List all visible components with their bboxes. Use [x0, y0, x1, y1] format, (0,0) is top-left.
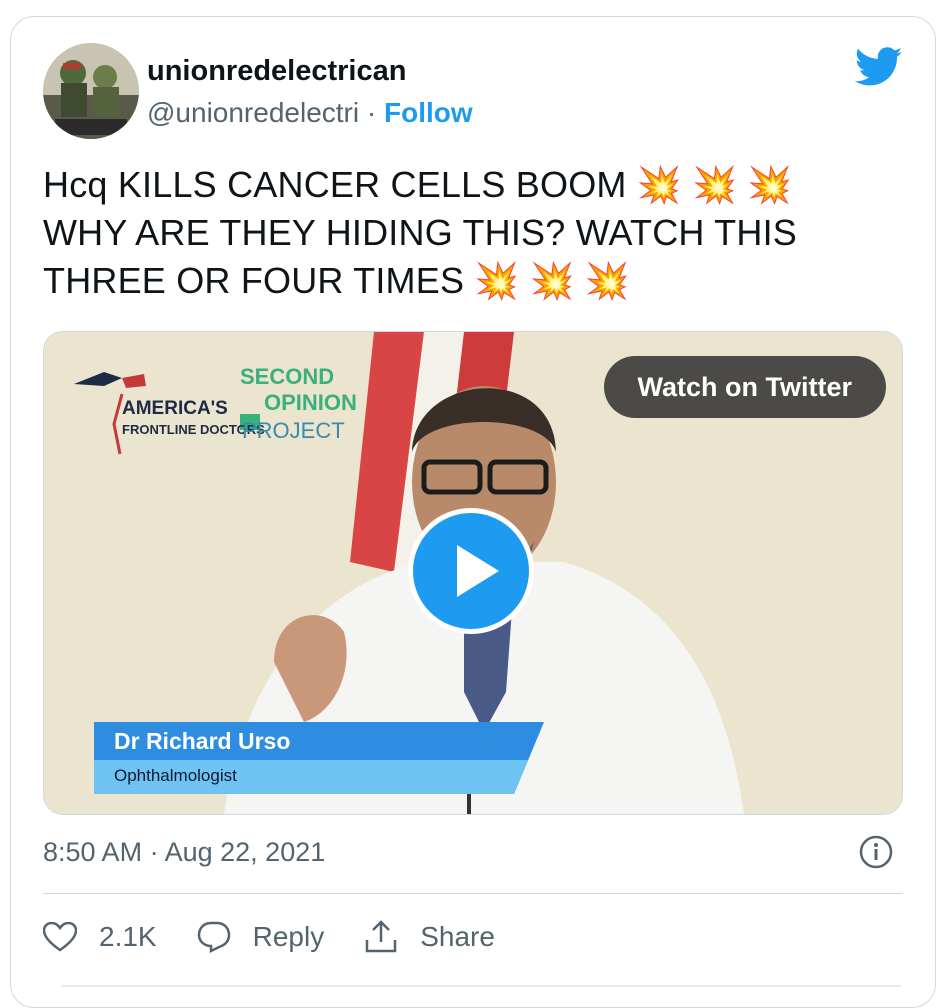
lower-third: Dr Richard Urso Ophthalmologist — [94, 722, 544, 794]
play-icon — [457, 545, 499, 597]
author-display-name[interactable]: unionredelectrican — [147, 55, 406, 88]
handle-separator: · — [366, 97, 377, 128]
tweet-actions: 2.1K Reply Share — [43, 915, 535, 959]
speaker-name: Dr Richard Urso — [114, 728, 291, 754]
reply-icon — [197, 921, 230, 953]
share-button[interactable]: Share — [364, 920, 495, 954]
like-button[interactable]: 2.1K — [43, 921, 157, 953]
watch-on-twitter-button[interactable]: Watch on Twitter — [603, 356, 886, 418]
tweet-text-line: THREE OR FOUR TIMES 💥 💥 💥 — [43, 260, 630, 301]
play-button[interactable] — [408, 508, 534, 634]
broadcast-logo: AMERICA'S FRONTLINE DOCTORS SECOND OPINI… — [74, 364, 357, 464]
project-line3: PROJECT — [242, 418, 345, 443]
project-line2: OPINION — [264, 390, 357, 415]
twitter-bird-icon[interactable] — [855, 47, 903, 87]
tweet-text-line: Hcq KILLS CANCER CELLS BOOM 💥 💥 💥 — [43, 164, 793, 205]
tweet-card: unionredelectrican @unionredelectri · Fo… — [10, 16, 936, 1008]
heart-icon — [43, 922, 77, 952]
info-icon[interactable] — [859, 835, 893, 869]
tweet-text: Hcq KILLS CANCER CELLS BOOM 💥 💥 💥 WHY AR… — [43, 161, 903, 305]
tweet-text-line: WHY ARE THEY HIDING THIS? WATCH THIS — [43, 212, 797, 253]
tweet-timestamp[interactable]: 8:50 AM · Aug 22, 2021 — [43, 837, 325, 868]
reply-label: Reply — [252, 921, 325, 952]
follow-button[interactable]: Follow — [384, 97, 473, 128]
like-count: 2.1K — [99, 921, 157, 952]
share-label: Share — [420, 921, 495, 952]
project-line1: SECOND — [240, 364, 335, 389]
video-player[interactable]: AMERICA'S FRONTLINE DOCTORS SECOND OPINI… — [43, 331, 903, 815]
brand-line1: AMERICA'S — [122, 398, 228, 419]
bottom-divider — [61, 985, 901, 987]
author-handle-row: @unionredelectri · Follow — [147, 97, 473, 129]
tweet-date: Aug 22, 2021 — [164, 837, 326, 867]
author-avatar[interactable] — [43, 43, 139, 139]
time-separator: · — [149, 837, 159, 867]
share-icon — [365, 920, 397, 953]
speaker-title: Ophthalmologist — [114, 766, 237, 785]
author-handle[interactable]: @unionredelectri — [147, 97, 359, 128]
reply-button[interactable]: Reply — [197, 921, 325, 953]
divider — [43, 893, 903, 894]
tweet-time: 8:50 AM — [43, 837, 143, 867]
